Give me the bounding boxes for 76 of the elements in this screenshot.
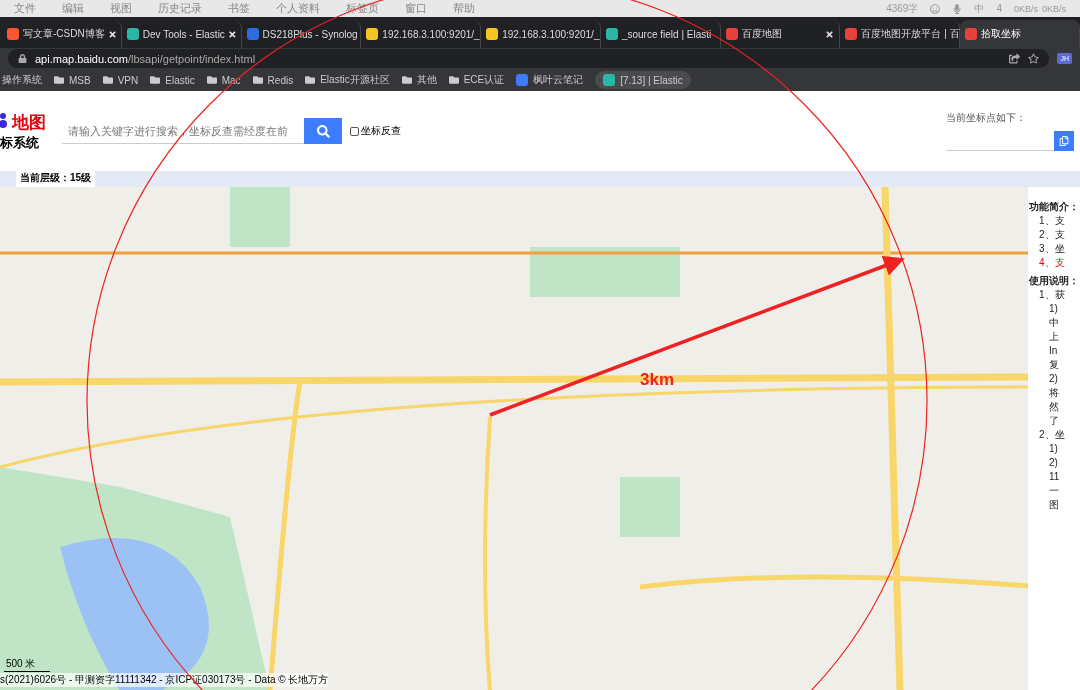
map-copyright: s(2021)6026号 - 甲测资字11111342 - 京ICP证030173号 - Data © 长地万方 (0, 673, 329, 687)
copy-button[interactable] (1054, 131, 1074, 151)
folder-icon (401, 75, 412, 85)
site-icon (725, 28, 738, 40)
help-text: 3、坐 (1038, 243, 1066, 255)
reverse-lookup-checkbox[interactable]: 坐标反查 (350, 124, 401, 138)
microphone-icon[interactable] (952, 3, 963, 14)
word-count: 4369字 (886, 1, 919, 16)
close-icon[interactable] (825, 29, 835, 39)
bookmark[interactable]: [7.13] | Elastic (595, 71, 691, 89)
bookmark[interactable]: VPN (102, 74, 139, 86)
emoji-icon[interactable] (930, 3, 941, 14)
folder-icon (305, 75, 316, 85)
star-icon[interactable] (1028, 53, 1040, 64)
close-icon[interactable] (108, 29, 116, 39)
notification-count: 4 (996, 3, 1002, 14)
help-text: 1、获 (1038, 289, 1066, 301)
logo-subtitle: 标系统 (0, 133, 39, 152)
network-speed: 0KB/s (1013, 3, 1038, 14)
site-icon (603, 74, 616, 86)
bookmark[interactable]: Redis (252, 74, 294, 86)
search-button[interactable] (304, 118, 342, 144)
search-icon (316, 124, 330, 138)
folder-icon (54, 75, 64, 85)
coordinate-label: 当前坐标点如下： (946, 111, 1027, 125)
help-text: In (1048, 345, 1059, 357)
help-text: 2、支 (1038, 229, 1066, 241)
help-text: 中 (1048, 317, 1060, 329)
map-scale: 500 米 (4, 657, 50, 672)
help-text: 2) (1048, 373, 1059, 385)
site-icon (126, 28, 139, 40)
browser-tab[interactable]: 拾取坐标 (960, 20, 1080, 48)
help-text: 2、坐 (1038, 429, 1066, 441)
help-text: 复 (1048, 359, 1060, 371)
bookmark[interactable]: 操作系统 (2, 73, 42, 87)
site-icon (845, 28, 858, 40)
close-icon[interactable] (228, 29, 236, 39)
site-icon (486, 28, 499, 40)
folder-icon (252, 75, 263, 85)
help-text: 11 (1048, 471, 1061, 483)
site-icon (965, 28, 978, 40)
bookmark[interactable]: 其他 (401, 73, 437, 87)
lock-icon (18, 54, 27, 63)
share-icon[interactable] (1009, 53, 1021, 64)
folder-icon (102, 75, 113, 85)
zoom-level: 当前层级：15级 (16, 169, 96, 187)
site-icon (7, 28, 19, 40)
help-text: 将 (1048, 387, 1060, 399)
help-text: 1、支 (1038, 215, 1066, 227)
copy-icon (1059, 136, 1069, 146)
help-text: 一 (1048, 485, 1060, 497)
help-text: 2) (1048, 457, 1059, 469)
network-speed: 0KB/s (1042, 3, 1066, 14)
folder-icon (448, 75, 459, 85)
site-icon (246, 28, 259, 40)
help-text: 然 (1048, 401, 1060, 413)
help-text: 上 (1048, 331, 1060, 343)
bookmark[interactable]: ECE认证 (448, 73, 505, 87)
help-text: 使用说明： (1029, 275, 1080, 287)
logo-text: 地图 (12, 111, 46, 134)
help-text: 功能简介： (1029, 201, 1080, 213)
help-text: 了 (1048, 415, 1060, 427)
note-icon (516, 74, 529, 86)
folder-icon (206, 75, 217, 85)
bookmark[interactable]: MSB (54, 74, 91, 86)
folder-icon (150, 75, 161, 85)
address-field[interactable]: api.map.baidu.com/lbsapi/getpoint/index.html (8, 49, 1050, 68)
bookmark[interactable]: Elastic (150, 74, 195, 86)
bookmark[interactable]: Elastic开源社区 (305, 73, 390, 87)
help-text: 1) (1048, 303, 1059, 315)
site-icon (366, 28, 379, 40)
help-text: 1) (1048, 443, 1059, 455)
site-icon (605, 28, 618, 40)
bookmark[interactable]: 枫叶云笔记 (516, 73, 584, 87)
help-text: 4、支 (1038, 257, 1066, 269)
help-text: 图 (1048, 499, 1060, 511)
